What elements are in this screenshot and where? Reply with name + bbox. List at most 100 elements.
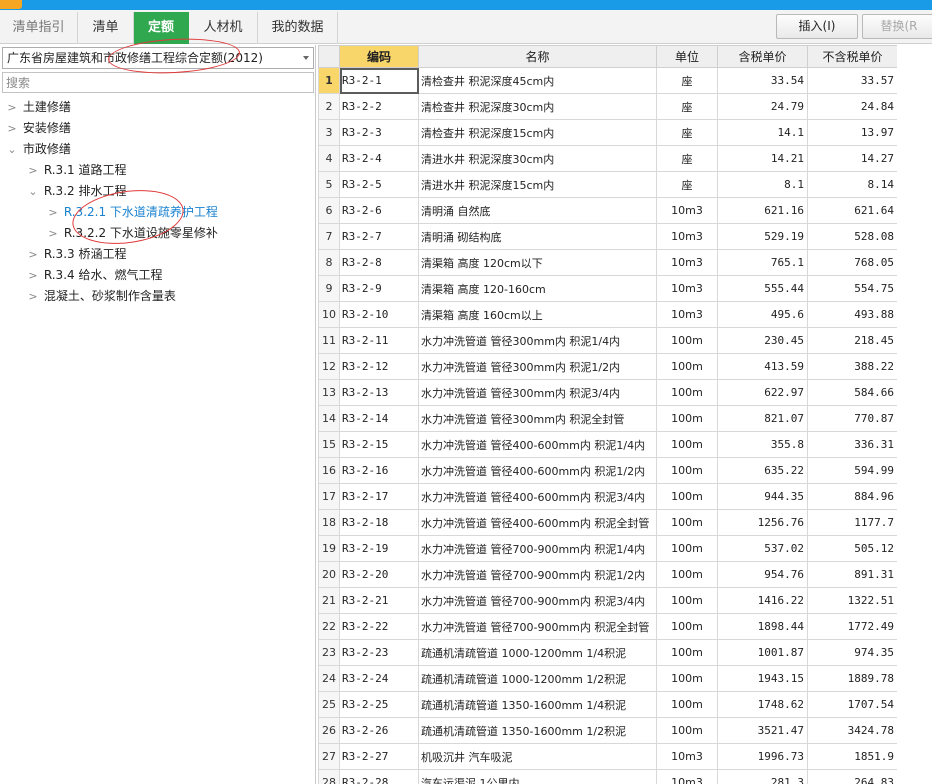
cell-name[interactable]: 清渠箱 高度 160cm以上 xyxy=(418,301,657,328)
cell-code[interactable]: R3-2-21 xyxy=(339,587,419,614)
tree-item-water-gas[interactable]: > R.3.4 给水、燃气工程 xyxy=(26,265,162,286)
cell-price-tax[interactable]: 555.44 xyxy=(717,275,808,302)
cell-name[interactable]: 疏通机清疏管道 1000-1200mm 1/2积泥 xyxy=(418,665,657,692)
cell-price-notax[interactable]: 24.84 xyxy=(807,93,898,120)
cell-unit[interactable]: 100m xyxy=(656,587,718,614)
cell-code[interactable]: R3-2-12 xyxy=(339,353,419,380)
tree-item-road[interactable]: > R.3.1 道路工程 xyxy=(26,160,126,181)
table-row[interactable]: 14 R3-2-14 水力冲洗管道 管径300mm内 积泥全封管 100m 821.07… xyxy=(318,405,898,432)
cell-price-tax[interactable]: 537.02 xyxy=(717,535,808,562)
table-row[interactable]: 1 R3-2-1 清检查井 积泥深度45cm内座 33.54 33.57 xyxy=(318,67,898,94)
table-row[interactable]: 2 R3-2-2 清检查井 积泥深度30cm内座 24.79 24.84 xyxy=(318,93,898,120)
cell-code[interactable]: R3-2-5 xyxy=(339,171,419,198)
cell-code[interactable]: R3-2-3 xyxy=(339,119,419,146)
table-row[interactable]: 3 R3-2-3 清检查井 积泥深度15cm内座 14.1 13.97 xyxy=(318,119,898,146)
cell-price-notax[interactable]: 218.45 xyxy=(807,327,898,354)
cell-unit[interactable]: 10m3 xyxy=(656,197,718,224)
table-row[interactable]: 6 R3-2-6 清明涌 自然底 10m3 621.16 621.64 xyxy=(318,197,898,224)
cell-unit[interactable]: 座 xyxy=(656,145,718,172)
cell-price-notax[interactable]: 1772.49 xyxy=(807,613,898,640)
cell-price-tax[interactable]: 495.6 xyxy=(717,301,808,328)
cell-price-notax[interactable]: 3424.78 xyxy=(807,717,898,744)
chevron-down-icon[interactable]: ⌄ xyxy=(5,139,19,160)
chevron-right-icon[interactable]: > xyxy=(46,202,60,223)
cell-price-tax[interactable]: 355.8 xyxy=(717,431,808,458)
cell-unit[interactable]: 100m xyxy=(656,431,718,458)
cell-price-tax[interactable]: 635.22 xyxy=(717,457,808,484)
cell-code[interactable]: R3-2-27 xyxy=(339,743,419,770)
cell-price-tax[interactable]: 1748.62 xyxy=(717,691,808,718)
cell-price-notax[interactable]: 264.83 xyxy=(807,769,898,784)
cell-name[interactable]: 清检查井 积泥深度30cm内 xyxy=(418,93,657,120)
table-row[interactable]: 20 R3-2-20 水力冲洗管道 管径700-900mm内 积泥1/2内 100m 9… xyxy=(318,561,898,588)
table-row[interactable]: 13 R3-2-13 水力冲洗管道 管径300mm内 积泥3/4内 100m 622.9… xyxy=(318,379,898,406)
cell-code[interactable]: R3-2-17 xyxy=(339,483,419,510)
cell-price-notax[interactable]: 770.87 xyxy=(807,405,898,432)
quota-library-select[interactable]: 广东省房屋建筑和市政修缮工程综合定额(2012) xyxy=(2,47,314,69)
cell-code[interactable]: R3-2-16 xyxy=(339,457,419,484)
cell-price-notax[interactable]: 884.96 xyxy=(807,483,898,510)
cell-unit[interactable]: 100m xyxy=(656,379,718,406)
cell-price-tax[interactable]: 1898.44 xyxy=(717,613,808,640)
tree-item-sewer-repair[interactable]: > R.3.2.2 下水道设施零星修补 xyxy=(46,223,218,244)
search-input[interactable] xyxy=(2,72,314,93)
cell-price-tax[interactable]: 944.35 xyxy=(717,483,808,510)
cell-price-tax[interactable]: 14.21 xyxy=(717,145,808,172)
cell-code[interactable]: R3-2-2 xyxy=(339,93,419,120)
table-row[interactable]: 16 R3-2-16 水力冲洗管道 管径400-600mm内 积泥1/2内 100m 6… xyxy=(318,457,898,484)
cell-price-notax[interactable]: 493.88 xyxy=(807,301,898,328)
cell-price-tax[interactable]: 1001.87 xyxy=(717,639,808,666)
cell-code[interactable]: R3-2-11 xyxy=(339,327,419,354)
cell-price-tax[interactable]: 1416.22 xyxy=(717,587,808,614)
cell-price-tax[interactable]: 8.1 xyxy=(717,171,808,198)
cell-name[interactable]: 水力冲洗管道 管径300mm内 积泥全封管 xyxy=(418,405,657,432)
cell-price-notax[interactable]: 528.08 xyxy=(807,223,898,250)
cell-unit[interactable]: 100m xyxy=(656,665,718,692)
cell-name[interactable]: 水力冲洗管道 管径400-600mm内 积泥3/4内 xyxy=(418,483,657,510)
cell-unit[interactable]: 10m3 xyxy=(656,249,718,276)
cell-name[interactable]: 汽车运渠泥 1公里内 xyxy=(418,769,657,784)
cell-unit[interactable]: 100m xyxy=(656,327,718,354)
cell-price-tax[interactable]: 765.1 xyxy=(717,249,808,276)
cell-code[interactable]: R3-2-15 xyxy=(339,431,419,458)
cell-price-notax[interactable]: 1707.54 xyxy=(807,691,898,718)
chevron-down-icon[interactable] xyxy=(303,56,309,60)
cell-name[interactable]: 疏通机清疏管道 1000-1200mm 1/4积泥 xyxy=(418,639,657,666)
insert-button[interactable]: 插入(I) xyxy=(776,14,858,39)
chevron-right-icon[interactable]: > xyxy=(5,97,19,118)
cell-price-tax[interactable]: 24.79 xyxy=(717,93,808,120)
cell-price-notax[interactable]: 554.75 xyxy=(807,275,898,302)
cell-code[interactable]: R3-2-20 xyxy=(339,561,419,588)
cell-price-tax[interactable]: 14.1 xyxy=(717,119,808,146)
cell-code[interactable]: R3-2-19 xyxy=(339,535,419,562)
cell-price-tax[interactable]: 33.54 xyxy=(717,67,808,94)
cell-code[interactable]: R3-2-4 xyxy=(339,145,419,172)
cell-price-notax[interactable]: 974.35 xyxy=(807,639,898,666)
chevron-right-icon[interactable]: > xyxy=(5,118,19,139)
cell-price-notax[interactable]: 1322.51 xyxy=(807,587,898,614)
cell-name[interactable]: 清渠箱 高度 120-160cm xyxy=(418,275,657,302)
cell-price-tax[interactable]: 529.19 xyxy=(717,223,808,250)
cell-unit[interactable]: 座 xyxy=(656,67,718,94)
cell-name[interactable]: 水力冲洗管道 管径700-900mm内 积泥1/2内 xyxy=(418,561,657,588)
cell-name[interactable]: 水力冲洗管道 管径700-900mm内 积泥3/4内 xyxy=(418,587,657,614)
table-row[interactable]: 9 R3-2-9 清渠箱 高度 120-160cm 10m3 555.44 554.75 xyxy=(318,275,898,302)
table-row[interactable]: 7 R3-2-7 清明涌 砌结构底 10m3 529.19 528.08 xyxy=(318,223,898,250)
cell-price-notax[interactable]: 336.31 xyxy=(807,431,898,458)
column-header-price-tax[interactable]: 含税单价 xyxy=(717,45,808,68)
cell-name[interactable]: 水力冲洗管道 管径300mm内 积泥1/2内 xyxy=(418,353,657,380)
table-row[interactable]: 17 R3-2-17 水力冲洗管道 管径400-600mm内 积泥3/4内 100m 9… xyxy=(318,483,898,510)
tab-my-data[interactable]: 我的数据 xyxy=(258,12,338,44)
cell-price-tax[interactable]: 622.97 xyxy=(717,379,808,406)
chevron-right-icon[interactable]: > xyxy=(46,223,60,244)
cell-unit[interactable]: 10m3 xyxy=(656,223,718,250)
cell-code[interactable]: R3-2-22 xyxy=(339,613,419,640)
cell-price-tax[interactable]: 281.3 xyxy=(717,769,808,784)
cell-unit[interactable]: 100m xyxy=(656,717,718,744)
tab-bill-guide[interactable]: 清单指引 xyxy=(0,12,78,44)
cell-name[interactable]: 清明涌 自然底 xyxy=(418,197,657,224)
column-header-unit[interactable]: 单位 xyxy=(656,45,718,68)
table-row[interactable]: 19 R3-2-19 水力冲洗管道 管径700-900mm内 积泥1/4内 100m 5… xyxy=(318,535,898,562)
cell-price-notax[interactable]: 1889.78 xyxy=(807,665,898,692)
cell-unit[interactable]: 座 xyxy=(656,119,718,146)
